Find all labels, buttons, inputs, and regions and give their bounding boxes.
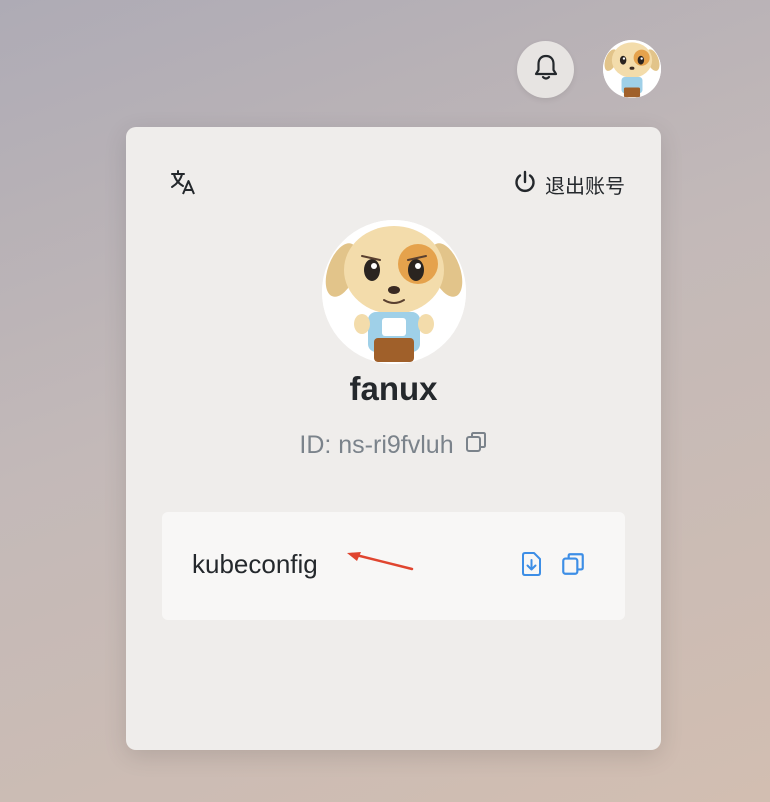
copy-id-icon[interactable] — [464, 430, 488, 461]
user-id-row: ID: ns-ri9fvluh — [126, 430, 661, 461]
logout-button[interactable]: 退出账号 — [513, 170, 625, 198]
notification-button[interactable] — [517, 41, 574, 98]
kubeconfig-card: kubeconfig — [162, 512, 625, 620]
power-icon — [513, 170, 537, 199]
language-button[interactable] — [168, 169, 198, 199]
dog-avatar-icon — [322, 220, 466, 364]
profile-avatar — [322, 220, 466, 364]
bell-icon — [533, 53, 559, 86]
logout-label: 退出账号 — [545, 173, 625, 198]
copy-kubeconfig-icon[interactable] — [560, 551, 586, 577]
user-avatar-button[interactable] — [603, 40, 661, 98]
username: fanux — [349, 370, 438, 407]
dog-avatar-icon — [603, 40, 661, 98]
download-file-icon[interactable] — [518, 550, 544, 578]
account-panel: 退出账号 fanux ID: ns-ri9fvluh kubeconfig — [126, 127, 661, 750]
translate-icon — [169, 168, 197, 201]
kubeconfig-label: kubeconfig — [192, 549, 318, 579]
red-arrow-icon — [347, 552, 414, 571]
user-id-text: ID: ns-ri9fvluh — [299, 431, 454, 459]
